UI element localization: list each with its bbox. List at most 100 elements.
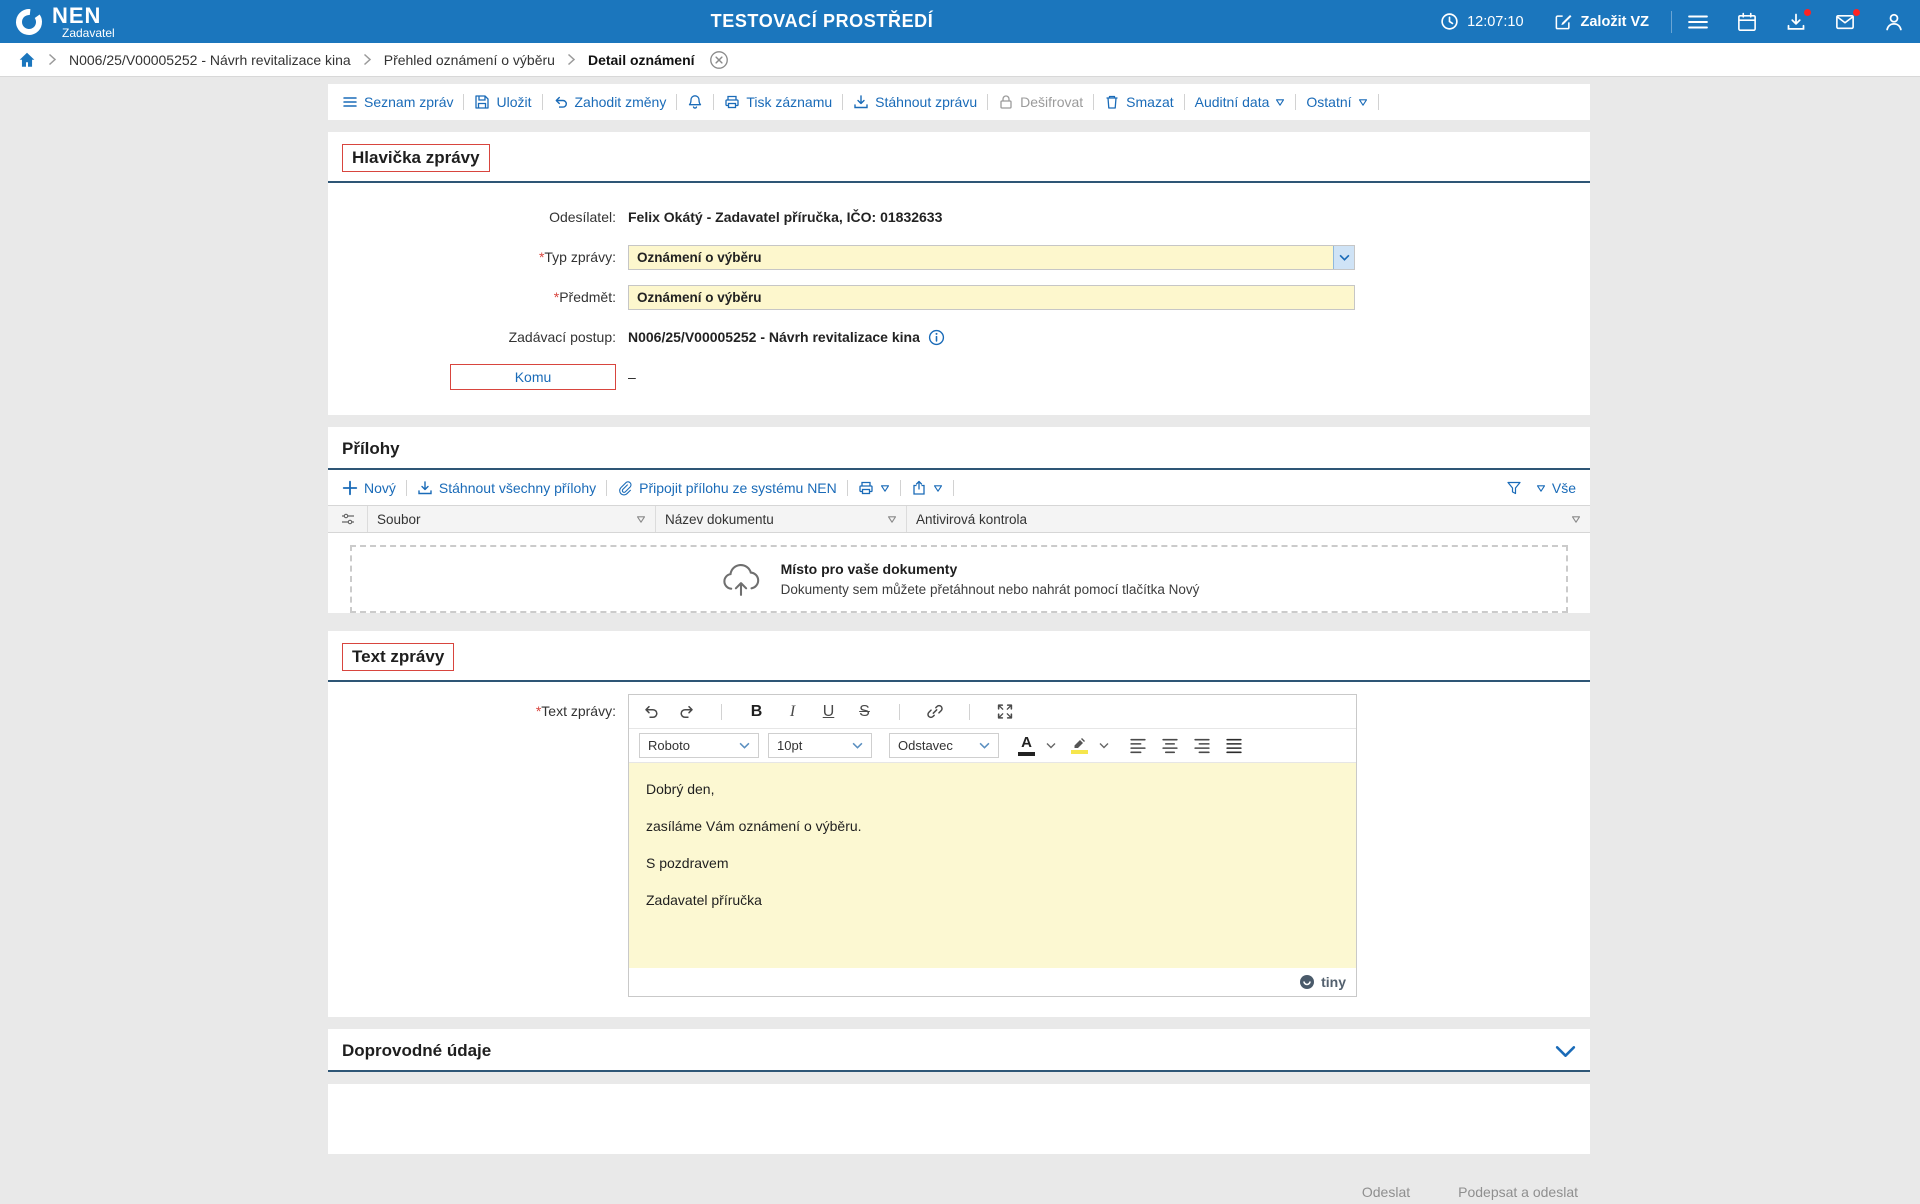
editor-statusbar: tiny [629,968,1356,996]
block-format-select[interactable]: Odstavec [889,733,999,758]
toolbar-divider [987,94,988,110]
downloads-icon[interactable] [1786,12,1806,32]
expand-section-icon[interactable] [1555,1045,1576,1058]
recipient-value: – [628,369,636,385]
message-line: Zadavatel příručka [646,892,1339,909]
environment-title: TESTOVACÍ PROSTŘEDÍ [711,11,934,32]
print-attachments-button[interactable] [858,480,890,496]
trash-icon [1104,94,1120,110]
breadcrumb-item-procedure[interactable]: N006/25/V00005252 - Návrh revitalizace k… [69,52,351,68]
highlight-color-menu-icon[interactable] [1099,742,1109,749]
column-header-document-name[interactable]: Název dokumentu [656,506,907,532]
message-header-section: Hlavička zprávy Odesílatel: Felix Okátý … [328,132,1590,415]
message-text-input[interactable]: Dobrý den, zasíláme Vám oznámení o výběr… [629,763,1356,968]
info-icon[interactable] [928,329,945,346]
downloads-badge [1804,9,1811,16]
discard-changes-button[interactable]: Zahodit změny [553,94,667,110]
new-attachment-button[interactable]: Nový [342,480,396,496]
triangle-down-icon [1536,483,1546,493]
redo-icon[interactable] [675,700,698,723]
breadcrumb-item-overview[interactable]: Přehled oznámení o výběru [384,52,555,68]
delete-button[interactable]: Smazat [1104,94,1173,110]
attachments-toolbar: Nový Stáhnout všechny přílohy Připojit p… [328,470,1590,505]
message-type-label: *Typ zprávy: [328,249,628,265]
file-dropzone[interactable]: Místo pro vaše dokumenty Dokumenty sem m… [350,545,1568,613]
underline-button[interactable]: U [817,700,840,723]
link-icon[interactable] [923,700,946,723]
user-icon[interactable] [1884,12,1904,32]
toolbar-divider [1184,94,1185,110]
font-size-select[interactable]: 10pt [768,733,872,758]
printer-icon [858,480,874,496]
show-all-filter-button[interactable]: Vše [1536,480,1576,496]
breadcrumb: N006/25/V00005252 - Návrh revitalizace k… [0,43,1920,77]
download-all-attachments-button[interactable]: Stáhnout všechny přílohy [417,480,596,496]
recipient-link[interactable]: Komu [450,364,616,390]
close-tab-icon[interactable] [709,50,729,70]
menu-icon[interactable] [1688,12,1708,32]
print-record-button[interactable]: Tisk záznamu [724,94,832,110]
current-time: 12:07:10 [1467,14,1523,30]
align-left-icon[interactable] [1126,734,1149,757]
export-attachments-button[interactable] [911,480,943,496]
align-right-icon[interactable] [1190,734,1213,757]
column-header-antivirus[interactable]: Antivirová kontrola [907,506,1590,532]
home-icon[interactable] [18,51,36,69]
toolbar-divider [406,480,407,496]
compose-icon [1554,12,1573,31]
font-family-select[interactable]: Roboto [639,733,759,758]
cloud-upload-icon [719,562,763,597]
select-dropdown-icon[interactable] [1333,246,1354,269]
editor-toolbar-row2: Roboto 10pt Odstavec A [629,729,1356,763]
main-content: Seznam zpráv Uložit Zahodit změny Tisk z… [328,77,1590,1204]
toolbar-divider [953,480,954,496]
message-type-select[interactable]: Oznámení o výběru [628,245,1355,270]
table-settings-icon[interactable] [328,506,368,532]
share-icon [911,480,927,496]
filter-icon[interactable] [1506,480,1522,496]
message-toolbar: Seznam zpráv Uložit Zahodit změny Tisk z… [328,84,1590,120]
triangle-down-icon [636,514,646,524]
editor-divider [721,704,722,720]
brand-subtitle: Zadavatel [62,27,115,40]
chevron-down-icon [852,742,863,749]
section-title-attachments: Přílohy [342,439,400,458]
align-center-icon[interactable] [1158,734,1181,757]
save-button[interactable]: Uložit [474,94,531,110]
subject-input[interactable]: Oznámení o výběru [628,285,1355,310]
chevron-down-icon [979,742,990,749]
align-justify-icon[interactable] [1222,734,1245,757]
attach-from-nen-button[interactable]: Připojit přílohu ze systému NEN [617,480,837,496]
text-color-menu-icon[interactable] [1046,742,1056,749]
chevron-right-icon [567,53,576,66]
fullscreen-icon[interactable] [993,700,1016,723]
undo-icon[interactable] [639,700,662,723]
tinymce-brand: tiny [1321,974,1346,990]
message-list-button[interactable]: Seznam zpráv [342,94,453,110]
printer-icon [724,94,740,110]
bold-button[interactable]: B [745,700,768,723]
toolbar-divider [676,94,677,110]
create-vz-button[interactable]: Založit VZ [1548,11,1655,32]
toolbar-divider [1378,94,1379,110]
other-menu[interactable]: Ostatní [1306,94,1367,110]
calendar-icon[interactable] [1737,12,1757,32]
send-button[interactable]: Odeslat [1356,1180,1416,1204]
sign-and-send-button[interactable]: Podepsat a odeslat [1452,1180,1584,1204]
empty-panel [328,1084,1590,1154]
sender-label: Odesílatel: [328,209,628,225]
subject-row: *Předmět: Oznámení o výběru [328,277,1590,317]
section-title-message-text: Text zprávy [342,643,454,671]
italic-button[interactable]: I [781,700,804,723]
notification-bell-button[interactable] [687,94,703,110]
text-color-button[interactable]: A [1016,735,1037,756]
attachments-section: Přílohy Nový Stáhnout všechny přílohy Př… [328,427,1590,613]
column-header-file[interactable]: Soubor [368,506,656,532]
download-message-button[interactable]: Stáhnout zprávu [853,94,977,110]
chevron-right-icon [363,53,372,66]
strikethrough-button[interactable]: S [853,700,876,723]
messages-icon[interactable] [1835,12,1855,32]
highlight-color-button[interactable] [1069,737,1090,754]
audit-data-menu[interactable]: Auditní data [1195,94,1286,110]
toolbar-divider [542,94,543,110]
